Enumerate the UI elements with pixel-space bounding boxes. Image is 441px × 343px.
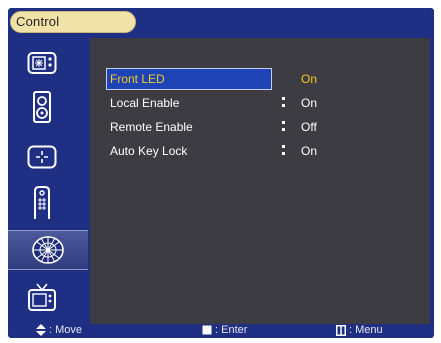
hint-enter: : Enter <box>202 324 247 336</box>
menu-item-label: Remote Enable <box>110 120 193 134</box>
hint-move-label: Move <box>55 324 83 336</box>
separator-colon <box>281 119 287 133</box>
sidebar-item-audio[interactable] <box>19 90 65 124</box>
title-tab: Control <box>10 11 136 33</box>
menu-item-label: Local Enable <box>110 96 180 110</box>
sidebar-item-control[interactable] <box>8 230 88 270</box>
speaker-icon <box>33 91 51 123</box>
tv-icon <box>28 283 56 311</box>
sidebar-item-display[interactable] <box>19 46 65 80</box>
menu-item-front-led[interactable]: Front LED On <box>106 68 406 90</box>
menu-item-value[interactable]: On <box>301 96 317 110</box>
menu-button-icon <box>336 324 346 336</box>
separator-colon <box>281 95 287 109</box>
crosshair-icon <box>27 145 57 169</box>
menu-item-auto-key-lock[interactable]: Auto Key Lock On <box>106 140 406 162</box>
menu-item-value[interactable]: On <box>301 72 317 86</box>
hint-enter-label: Enter <box>221 324 248 336</box>
remote-control-icon <box>34 186 50 219</box>
sidebar-item-remote[interactable] <box>19 186 65 220</box>
enter-button-icon <box>202 325 212 335</box>
globe-network-icon <box>32 236 64 264</box>
menu-item-value[interactable]: Off <box>301 120 317 134</box>
menu-item-value[interactable]: On <box>301 144 317 158</box>
sidebar <box>8 38 88 324</box>
up-down-arrow-icon <box>36 324 46 337</box>
settings-panel: Front LED On Local Enable On Remote Enab… <box>90 38 430 324</box>
menu-item-remote-enable[interactable]: Remote Enable Off <box>106 116 406 138</box>
hint-menu: : Menu <box>336 324 383 336</box>
display-panel-icon <box>27 52 57 74</box>
separator-colon <box>281 143 287 157</box>
hint-move: : Move <box>36 324 83 337</box>
sidebar-item-tv[interactable] <box>19 280 65 314</box>
menu-item-label: Auto Key Lock <box>110 144 188 158</box>
footer-hints: : Move : Enter : Menu <box>8 324 434 338</box>
hint-menu-label: Menu <box>355 324 383 336</box>
sidebar-item-position[interactable] <box>19 140 65 174</box>
window-title: Control <box>16 14 60 29</box>
menu-item-local-enable[interactable]: Local Enable On <box>106 92 406 114</box>
osd-window: Control Front LED On Local Enable On Rem… <box>8 8 434 338</box>
menu-item-label: Front LED <box>110 72 165 86</box>
